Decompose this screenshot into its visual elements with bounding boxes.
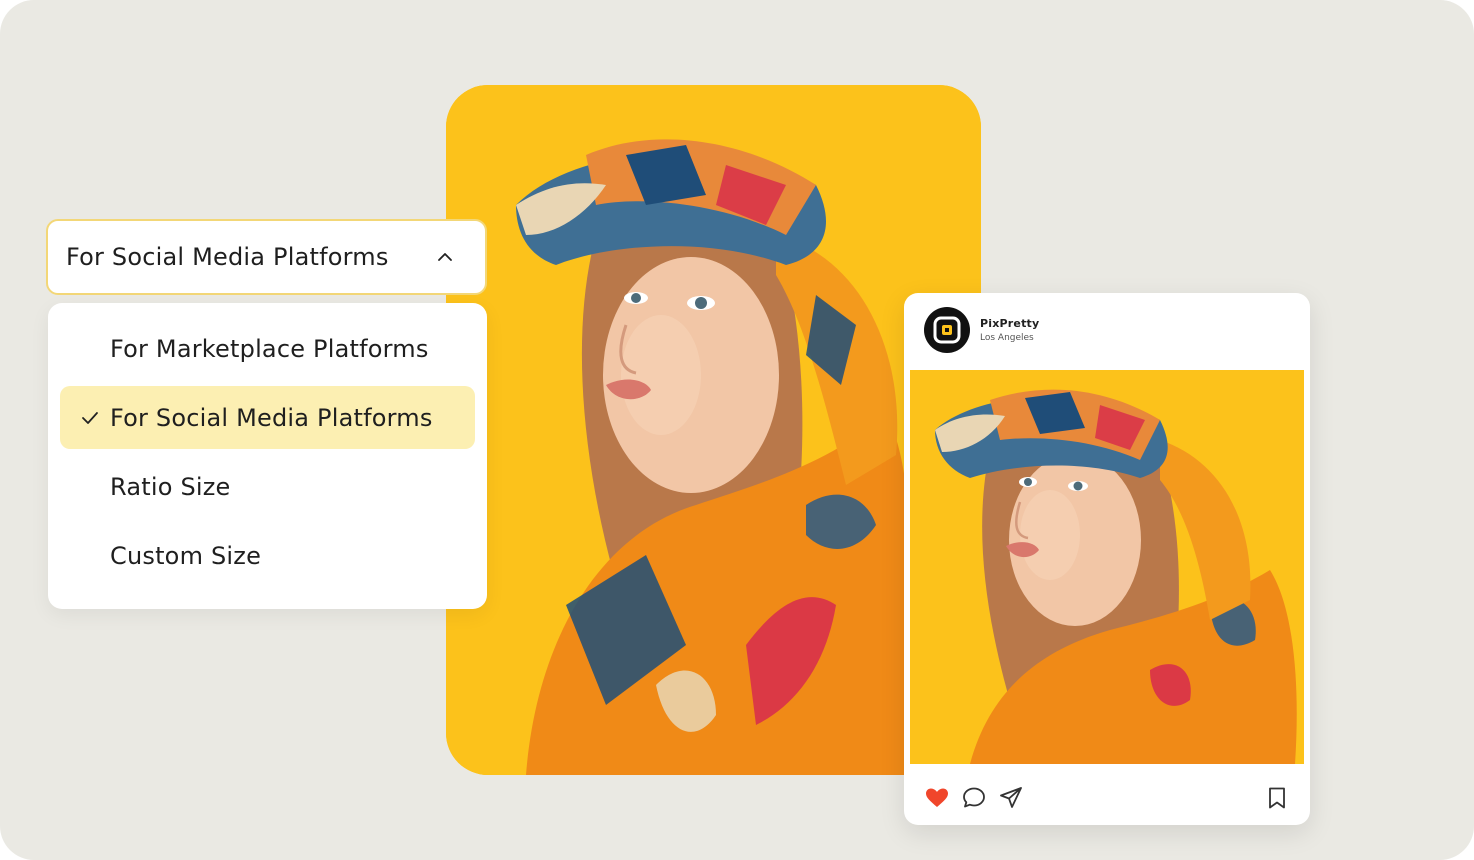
account-location: Los Angeles [980,333,1034,343]
main-photo [446,85,981,775]
option-label: Ratio Size [110,472,231,501]
option-label: For Marketplace Platforms [110,334,429,363]
account-name[interactable]: PixPretty [980,317,1039,330]
option-custom-size[interactable]: Custom Size [60,524,475,587]
checkmark-icon [82,412,98,424]
social-post-preview: PixPretty Los Angeles [904,293,1310,825]
pixpretty-logo [933,316,961,344]
dropdown-selected-value: For Social Media Platforms [66,243,389,271]
chevron-up-icon [438,253,452,261]
canvas: For Social Media Platforms For Marketpla… [0,0,1474,860]
option-label: Custom Size [110,541,262,570]
bookmark-icon[interactable] [1264,785,1290,811]
avatar [924,307,970,353]
post-portrait-illustration [910,370,1304,764]
option-label: For Social Media Platforms [110,403,433,432]
portrait-illustration [446,85,981,775]
send-icon[interactable] [998,785,1024,811]
option-ratio-size[interactable]: Ratio Size [60,455,475,518]
post-photo [910,370,1304,764]
post-header: PixPretty Los Angeles [924,307,1039,353]
heart-icon[interactable] [924,785,950,811]
dropdown-options-panel: For Marketplace Platforms For Social Med… [48,303,487,609]
option-marketplace-platforms[interactable]: For Marketplace Platforms [60,317,475,380]
comment-icon[interactable] [961,785,987,811]
option-social-media-platforms[interactable]: For Social Media Platforms [60,386,475,449]
size-preset-dropdown[interactable]: For Social Media Platforms [46,219,487,295]
post-meta: PixPretty Los Angeles [980,317,1039,343]
post-actions-bar [924,785,1290,811]
